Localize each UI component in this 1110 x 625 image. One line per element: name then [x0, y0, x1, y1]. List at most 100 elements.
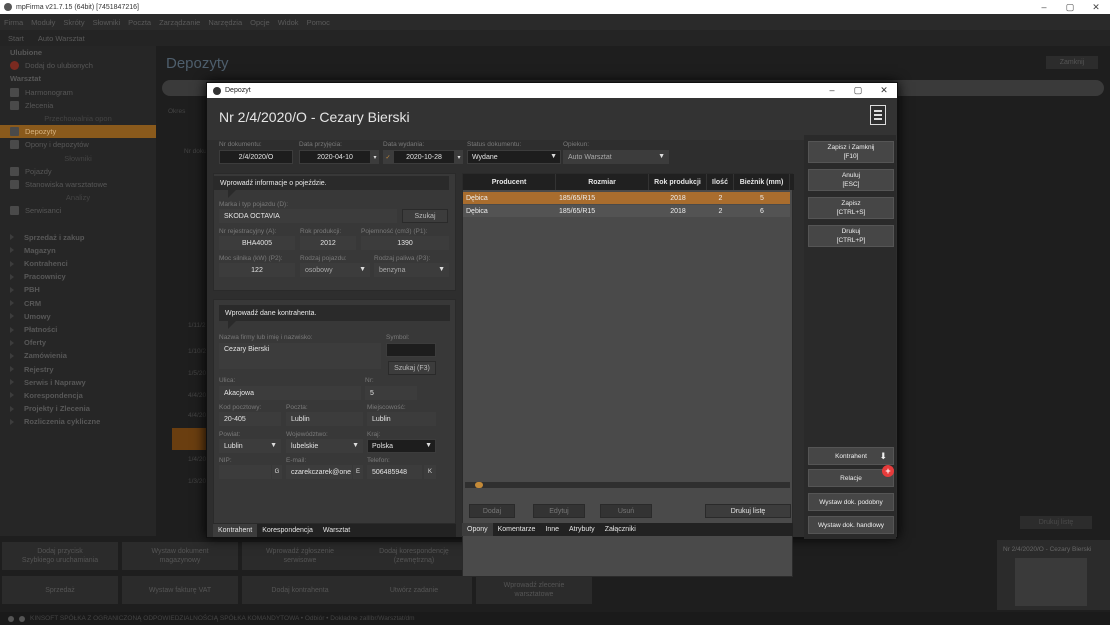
- data-przyjecia-field[interactable]: 2020-04-10: [299, 150, 371, 164]
- tab-atrybuty[interactable]: Atrybuty: [564, 523, 600, 536]
- nazwa-field[interactable]: Cezary Bierski: [219, 343, 381, 369]
- tab-opony[interactable]: Opony: [462, 523, 493, 536]
- menu-item[interactable]: Poczta: [128, 18, 151, 27]
- kod-field[interactable]: 20-405: [219, 412, 281, 426]
- issue-sales-doc-button[interactable]: Wystaw dok. handlowy: [808, 516, 894, 534]
- kraj-select[interactable]: Polska ▼: [367, 439, 436, 453]
- status-select[interactable]: Wydane ▼: [467, 150, 561, 164]
- tab-kontrahent[interactable]: Kontrahent: [213, 524, 258, 537]
- issue-similar-doc-button[interactable]: Wystaw dok. podobny: [808, 493, 894, 511]
- sidebar-item[interactable]: Pracownicy: [0, 270, 156, 283]
- email-send-button[interactable]: E: [353, 465, 363, 479]
- close-button[interactable]: ✕: [1082, 0, 1110, 14]
- menu-item[interactable]: Skróty: [63, 18, 84, 27]
- quick-action-button[interactable]: Dodaj przycisk Szybkiego uruchamiania: [2, 542, 118, 570]
- tab-korespondencja[interactable]: Korespondencja: [257, 524, 318, 537]
- paliwo-select[interactable]: benzyna ▼: [374, 263, 449, 277]
- sidebar-item[interactable]: Sprzedaż i zakup: [0, 231, 156, 244]
- nr-dokumentu-field[interactable]: 2/4/2020/O: [219, 150, 293, 164]
- menu-item[interactable]: Pomoc: [307, 18, 330, 27]
- scroll-thumb[interactable]: [475, 482, 483, 488]
- edit-tire-button[interactable]: Edytuj: [533, 504, 585, 518]
- column-header[interactable]: Rozmiar: [556, 174, 649, 190]
- cancel-button[interactable]: Anuluj [ESC]: [808, 169, 894, 191]
- sidebar-item[interactable]: Stanowiska warsztatowe: [0, 178, 156, 191]
- menu-item[interactable]: Opcje: [250, 18, 270, 27]
- print-button[interactable]: Drukuj [CTRL+P]: [808, 225, 894, 247]
- maximize-button[interactable]: ▢: [1056, 0, 1084, 14]
- menu-item[interactable]: Moduły: [31, 18, 55, 27]
- miejscowosc-field[interactable]: Lublin: [367, 412, 436, 426]
- sidebar-item[interactable]: Dodaj do ulubionych: [0, 59, 156, 72]
- column-header[interactable]: Ilość: [707, 174, 734, 190]
- data-wydania-field[interactable]: 2020-10-28: [393, 150, 455, 164]
- sidebar-item[interactable]: Rozliczenia cykliczne: [0, 415, 156, 428]
- sidebar-item[interactable]: Zamówienia: [0, 349, 156, 362]
- quick-action-button[interactable]: Dodaj kontrahenta: [242, 576, 358, 604]
- tab-warsztat[interactable]: Warsztat: [318, 524, 355, 537]
- checkbox-icon[interactable]: ✓: [383, 150, 393, 164]
- nr-rej-field[interactable]: BHA4005: [219, 236, 295, 250]
- sidebar-item[interactable]: Serwis i Naprawy: [0, 376, 156, 389]
- sidebar-item[interactable]: Opony i depozytów: [0, 138, 156, 151]
- horizontal-scrollbar[interactable]: [465, 482, 790, 488]
- opiekun-select[interactable]: Auto Warsztat ▼: [563, 150, 669, 164]
- kontrahent-button[interactable]: Kontrahent ⬇: [808, 447, 894, 465]
- column-header[interactable]: Producent: [463, 174, 556, 190]
- menu-item[interactable]: Słowniki: [93, 18, 121, 27]
- sidebar-item[interactable]: Magazyn: [0, 244, 156, 257]
- menu-item[interactable]: Zarządzanie: [159, 18, 200, 27]
- powiat-select[interactable]: Lublin ▼: [219, 439, 281, 453]
- dialog-close-button[interactable]: ✕: [871, 83, 897, 98]
- quick-action-button[interactable]: Wystaw fakturę VAT: [122, 576, 238, 604]
- sidebar-item[interactable]: Pojazdy: [0, 165, 156, 178]
- sidebar-item[interactable]: Słowniki: [0, 152, 156, 165]
- quick-action-button[interactable]: Sprzedaż: [2, 576, 118, 604]
- delete-tire-button[interactable]: Usuń: [600, 504, 652, 518]
- print-list-button[interactable]: Drukuj listę: [705, 504, 791, 518]
- rok-field[interactable]: 2012: [300, 236, 356, 250]
- sidebar-item[interactable]: Analizy: [0, 191, 156, 204]
- quick-action-button[interactable]: Utwórz zadanie: [356, 576, 472, 604]
- nr-domu-field[interactable]: 5: [365, 386, 417, 400]
- sidebar-item[interactable]: Warsztat: [0, 72, 156, 85]
- sidebar-item[interactable]: Projekty i Zlecenia: [0, 402, 156, 415]
- dialog-minimize-button[interactable]: –: [819, 83, 845, 98]
- menu-item[interactable]: Firma: [4, 18, 23, 27]
- dialog-maximize-button[interactable]: ▢: [845, 83, 871, 98]
- sidebar-item[interactable]: PBH: [0, 283, 156, 296]
- tab-auto-warsztat[interactable]: Auto Warsztat: [38, 34, 85, 43]
- calendar-dropdown-icon[interactable]: ▾: [455, 150, 463, 164]
- email-field[interactable]: czarekczarek@one: [286, 465, 352, 479]
- menu-item[interactable]: Narzędzia: [208, 18, 242, 27]
- tab-komentarze[interactable]: Komentarze: [493, 523, 541, 536]
- gus-button[interactable]: G: [272, 465, 282, 479]
- wojewodztwo-select[interactable]: lubelskie ▼: [286, 439, 363, 453]
- quick-action-button[interactable]: Wprowadź zlecenie warsztatowe: [476, 576, 592, 604]
- poczta-field[interactable]: Lublin: [286, 412, 363, 426]
- sidebar-item[interactable]: Płatności: [0, 323, 156, 336]
- marka-field[interactable]: SKODA OCTAVIA: [219, 209, 397, 223]
- tab-zalaczniki[interactable]: Załączniki: [600, 523, 641, 536]
- column-header[interactable]: Bieżnik (mm): [734, 174, 790, 190]
- sidebar-item[interactable]: Rejestry: [0, 363, 156, 376]
- telefon-field[interactable]: 506485948: [367, 465, 422, 479]
- column-header[interactable]: Rok produkcji: [649, 174, 707, 190]
- minimize-button[interactable]: –: [1030, 0, 1058, 14]
- tab-inne[interactable]: Inne: [540, 523, 564, 536]
- tab-start[interactable]: Start: [8, 34, 24, 43]
- sidebar-item[interactable]: Przechowalnia opon: [0, 112, 156, 125]
- sidebar-item[interactable]: Ulubione: [0, 46, 156, 59]
- background-print-list-button[interactable]: Drukuj listę: [1020, 516, 1092, 529]
- add-tire-button[interactable]: Dodaj: [469, 504, 515, 518]
- sidebar-item[interactable]: Korespondencja: [0, 389, 156, 402]
- table-row[interactable]: Dębica 185/65/R15 2018 2 5: [463, 192, 790, 204]
- pojemnosc-field[interactable]: 1390: [361, 236, 449, 250]
- rodzaj-select[interactable]: osobowy ▼: [300, 263, 370, 277]
- sidebar-item[interactable]: Kontrahenci: [0, 257, 156, 270]
- window-thumbnail[interactable]: Nr 2/4/2020/O - Cezary Bierski: [997, 540, 1110, 610]
- quick-action-button[interactable]: Wystaw dokument magazynowy: [122, 542, 238, 570]
- ulica-field[interactable]: Akacjowa: [219, 386, 361, 400]
- vehicle-search-button[interactable]: Szukaj: [402, 209, 448, 223]
- save-button[interactable]: Zapisz [CTRL+S]: [808, 197, 894, 219]
